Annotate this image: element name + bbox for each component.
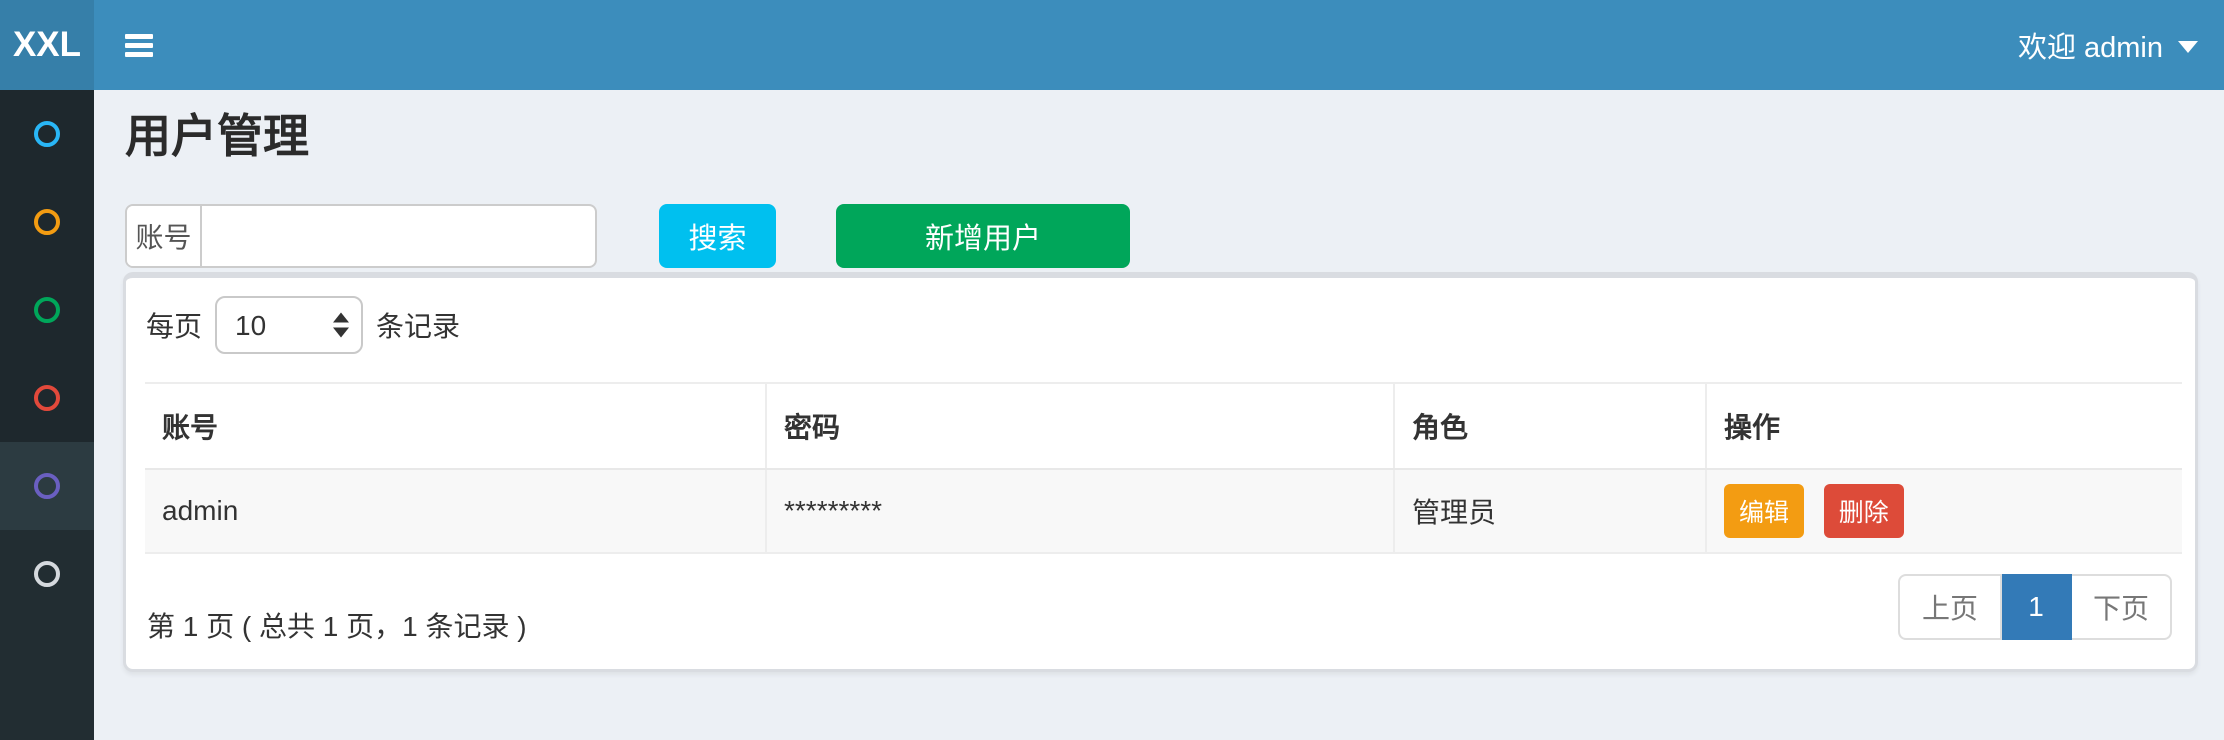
circle-o-icon bbox=[34, 209, 60, 235]
welcome-text: 欢迎 admin bbox=[2018, 24, 2163, 66]
data-panel: 每页 10 条记录 账号 密码 角色 操作 bbox=[123, 272, 2198, 672]
caret-down-icon bbox=[2178, 41, 2198, 53]
circle-o-icon bbox=[34, 297, 60, 323]
circle-o-icon bbox=[34, 385, 60, 411]
sidebar-toggle-button[interactable] bbox=[108, 0, 170, 90]
table-row: admin ********* 管理员 编辑 删除 bbox=[145, 469, 2182, 553]
users-table: 账号 密码 角色 操作 admin ********* 管理员 编辑 删除 bbox=[145, 382, 2182, 554]
col-header-role[interactable]: 角色 bbox=[1394, 383, 1706, 469]
sidebar-item-2[interactable] bbox=[0, 178, 94, 266]
sidebar-item-1[interactable] bbox=[0, 90, 94, 178]
circle-o-icon bbox=[34, 121, 60, 147]
current-page-button[interactable]: 1 bbox=[2002, 574, 2072, 640]
prev-page-button[interactable]: 上页 bbox=[1898, 574, 2002, 640]
brand-logo[interactable]: XXL bbox=[0, 0, 94, 90]
search-addon-label: 账号 bbox=[127, 206, 202, 266]
circle-o-icon bbox=[34, 473, 60, 499]
circle-o-icon bbox=[34, 561, 60, 587]
main-content: 用户管理 账号 搜索 新增用户 每页 10 条记录 账号 密码 bbox=[94, 90, 2224, 740]
cell-role: 管理员 bbox=[1394, 469, 1706, 553]
cell-account: admin bbox=[145, 469, 766, 553]
pagination: 上页 1 下页 bbox=[1898, 574, 2172, 640]
user-menu[interactable]: 欢迎 admin bbox=[2018, 0, 2198, 90]
per-page-suffix-label: 条记录 bbox=[376, 305, 460, 345]
col-header-account[interactable]: 账号 bbox=[145, 383, 766, 469]
pagination-summary: 第 1 页 ( 总共 1 页，1 条记录 ) bbox=[147, 605, 527, 645]
per-page-prefix-label: 每页 bbox=[146, 305, 202, 345]
sidebar-item-5[interactable] bbox=[0, 442, 94, 530]
search-input[interactable] bbox=[202, 206, 595, 266]
search-input-group: 账号 bbox=[125, 204, 597, 268]
per-page-select-wrap: 10 bbox=[215, 296, 363, 354]
table-header-row: 账号 密码 角色 操作 bbox=[145, 383, 2182, 469]
search-button[interactable]: 搜索 bbox=[659, 204, 776, 268]
col-header-actions[interactable]: 操作 bbox=[1706, 383, 2182, 469]
cell-actions: 编辑 删除 bbox=[1706, 469, 2182, 553]
col-header-password[interactable]: 密码 bbox=[766, 383, 1394, 469]
sidebar bbox=[0, 90, 94, 740]
hamburger-icon bbox=[125, 34, 153, 57]
per-page-control: 每页 10 条记录 bbox=[146, 296, 460, 354]
per-page-select[interactable]: 10 bbox=[215, 296, 363, 354]
delete-button[interactable]: 删除 bbox=[1824, 484, 1904, 538]
top-navbar: XXL 欢迎 admin bbox=[0, 0, 2224, 90]
sidebar-item-3[interactable] bbox=[0, 266, 94, 354]
add-user-button[interactable]: 新增用户 bbox=[836, 204, 1130, 268]
page-title: 用户管理 bbox=[125, 110, 309, 163]
next-page-button[interactable]: 下页 bbox=[2072, 574, 2172, 640]
edit-button[interactable]: 编辑 bbox=[1724, 484, 1804, 538]
sidebar-item-4[interactable] bbox=[0, 354, 94, 442]
cell-password: ********* bbox=[766, 469, 1394, 553]
sidebar-item-6[interactable] bbox=[0, 530, 94, 618]
